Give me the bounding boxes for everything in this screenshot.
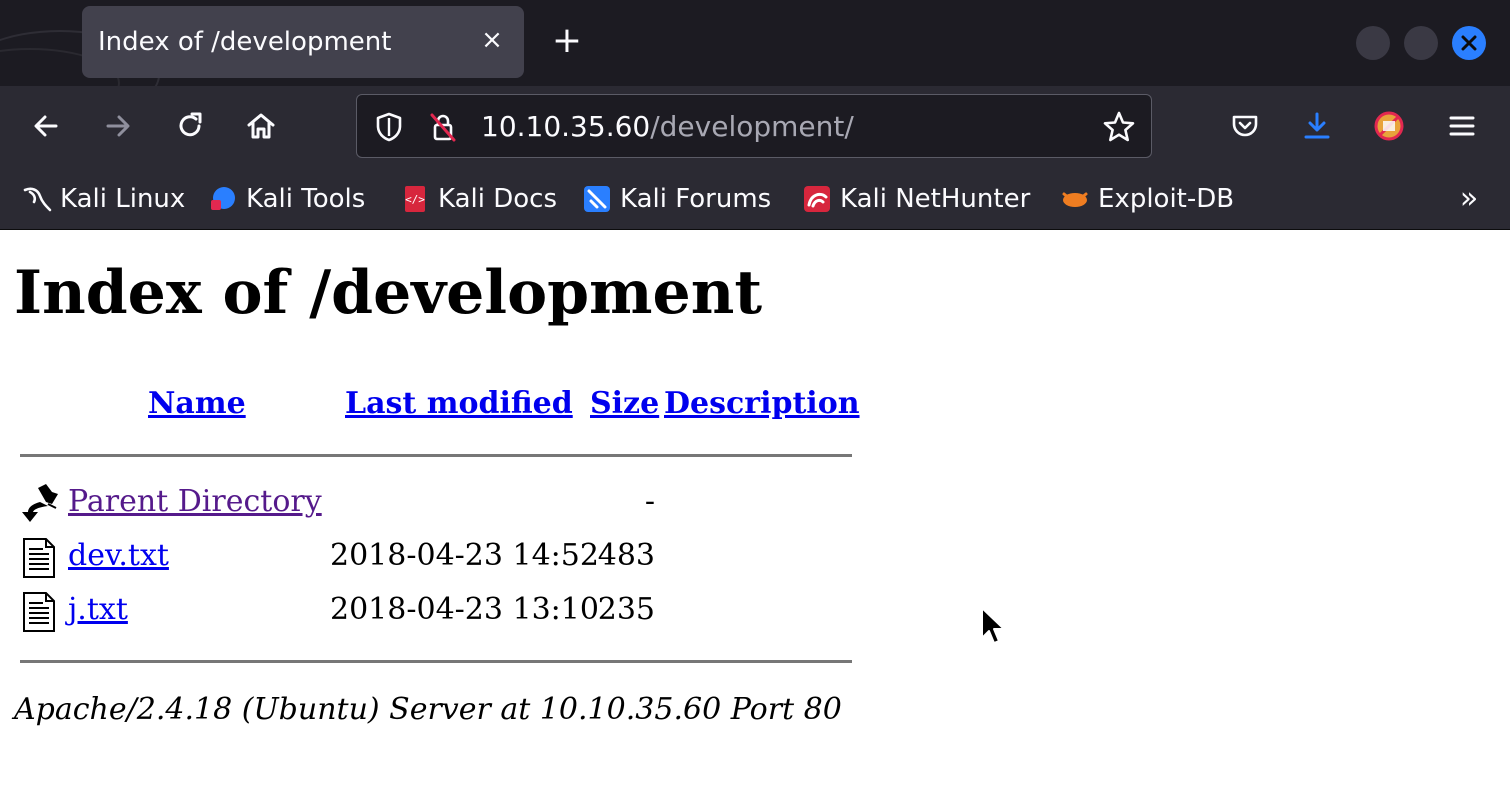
forward-icon bbox=[106, 115, 130, 137]
bookmark-label: Kali Tools bbox=[246, 184, 366, 214]
close-icon bbox=[1461, 35, 1477, 51]
row-size: 483 bbox=[597, 538, 655, 573]
table-row: Parent Directory - bbox=[14, 482, 914, 526]
navigation-toolbar: 10.10.35.60/development/ bbox=[0, 86, 1510, 168]
server-signature: Apache/2.4.18 (Ubuntu) Server at 10.10.3… bbox=[14, 692, 842, 727]
shield-icon bbox=[376, 112, 402, 142]
sort-by-name-link[interactable]: Name bbox=[148, 386, 246, 421]
star-icon bbox=[1103, 111, 1135, 142]
sort-by-size-link[interactable]: Size bbox=[590, 386, 659, 421]
column-header-description[interactable]: Description bbox=[664, 386, 860, 421]
bookmarks-toolbar: Kali Linux Kali Tools </> Kali Docs Kali… bbox=[0, 168, 1510, 230]
column-header-last-modified[interactable]: Last modified bbox=[345, 386, 573, 421]
download-icon bbox=[1304, 112, 1330, 139]
bookmark-star-button[interactable] bbox=[1101, 109, 1137, 145]
extension-button[interactable] bbox=[1369, 106, 1409, 146]
close-window-button[interactable] bbox=[1452, 26, 1486, 60]
exploit-db-icon bbox=[1060, 184, 1090, 214]
column-header-name[interactable]: Name bbox=[148, 386, 246, 421]
bookmark-label: Exploit-DB bbox=[1098, 184, 1235, 214]
page-content: Index of /development Name Last modified… bbox=[0, 230, 1510, 800]
extension-icon bbox=[1374, 111, 1404, 141]
kali-forums-icon bbox=[582, 184, 612, 214]
row-modified: 2018-04-23 13:10 bbox=[330, 592, 599, 627]
back-folder-icon bbox=[22, 484, 58, 522]
row-modified: 2018-04-23 14:52 bbox=[330, 538, 599, 573]
back-button[interactable] bbox=[26, 106, 66, 146]
text-file-icon bbox=[23, 592, 55, 632]
mouse-pointer-icon bbox=[981, 607, 1005, 644]
home-button[interactable] bbox=[241, 106, 281, 146]
tab-title: Index of /development bbox=[98, 27, 392, 57]
tab-close-icon[interactable]: × bbox=[478, 26, 506, 54]
tracking-protection-button[interactable] bbox=[371, 109, 407, 145]
reload-button[interactable] bbox=[170, 106, 210, 146]
file-link-dev-txt[interactable]: dev.txt bbox=[68, 538, 169, 573]
reload-icon bbox=[179, 112, 202, 137]
text-file-icon bbox=[23, 538, 55, 578]
column-header-size[interactable]: Size bbox=[590, 386, 659, 421]
header-divider bbox=[20, 454, 852, 457]
forward-button[interactable] bbox=[98, 106, 138, 146]
bookmark-label: Kali Forums bbox=[620, 184, 772, 214]
row-size: - bbox=[644, 484, 655, 519]
file-link-j-txt[interactable]: j.txt bbox=[68, 592, 128, 627]
sort-by-last-modified-link[interactable]: Last modified bbox=[345, 386, 573, 421]
insecure-lock-icon bbox=[430, 113, 456, 142]
tab-active[interactable]: Index of /development × bbox=[82, 6, 524, 78]
parent-directory-link[interactable]: Parent Directory bbox=[68, 484, 322, 519]
home-icon bbox=[247, 113, 275, 139]
new-tab-button[interactable]: + bbox=[548, 22, 586, 60]
bookmark-label: Kali Linux bbox=[60, 184, 186, 214]
bookmarks-overflow-button[interactable]: » bbox=[1450, 182, 1488, 216]
site-security-button[interactable] bbox=[425, 109, 461, 145]
bookmark-kali-nethunter[interactable]: Kali NetHunter bbox=[802, 182, 1030, 216]
kali-dragon-icon bbox=[22, 184, 52, 214]
table-row: dev.txt 2018-04-23 14:52 483 bbox=[14, 536, 914, 580]
tab-strip: Index of /development × + bbox=[0, 0, 1510, 86]
bookmark-kali-linux[interactable]: Kali Linux bbox=[22, 182, 185, 216]
kali-docs-icon: </> bbox=[400, 184, 430, 214]
menu-icon bbox=[1449, 116, 1475, 136]
bookmark-kali-tools[interactable]: Kali Tools bbox=[208, 182, 365, 216]
maximize-button[interactable] bbox=[1404, 26, 1438, 60]
row-size: 235 bbox=[597, 592, 655, 627]
svg-text:</>: </> bbox=[405, 193, 425, 206]
bookmark-label: Kali Docs bbox=[438, 184, 558, 214]
table-row: j.txt 2018-04-23 13:10 235 bbox=[14, 590, 914, 634]
bookmark-exploit-db[interactable]: Exploit-DB bbox=[1060, 182, 1234, 216]
bookmark-label: Kali NetHunter bbox=[840, 184, 1031, 214]
footer-divider bbox=[20, 660, 852, 663]
minimize-button[interactable] bbox=[1356, 26, 1390, 60]
page-title: Index of /development bbox=[14, 258, 763, 328]
sort-by-description-link[interactable]: Description bbox=[664, 386, 860, 421]
address-bar[interactable]: 10.10.35.60/development/ bbox=[356, 94, 1152, 158]
back-icon bbox=[34, 115, 58, 137]
bookmark-kali-docs[interactable]: </> Kali Docs bbox=[400, 182, 557, 216]
pocket-icon bbox=[1232, 115, 1258, 137]
url-host: 10.10.35.60 bbox=[481, 110, 651, 143]
url-path: /development/ bbox=[650, 110, 854, 143]
app-menu-button[interactable] bbox=[1442, 106, 1482, 146]
nethunter-icon bbox=[802, 184, 832, 214]
pocket-button[interactable] bbox=[1225, 106, 1265, 146]
url-text[interactable]: 10.10.35.60/development/ bbox=[481, 109, 854, 145]
bookmark-kali-forums[interactable]: Kali Forums bbox=[582, 182, 771, 216]
kali-tools-icon bbox=[208, 184, 238, 214]
downloads-button[interactable] bbox=[1297, 106, 1337, 146]
